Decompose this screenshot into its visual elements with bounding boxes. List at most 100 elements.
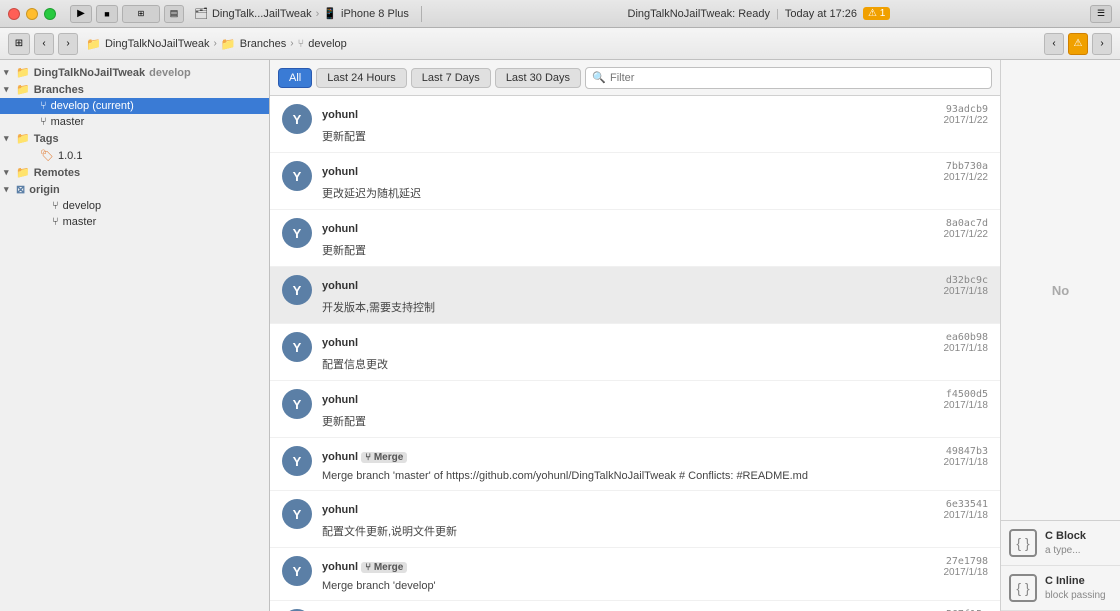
- commit-message: 配置文件更新,说明文件更新: [322, 523, 988, 539]
- filter-bar: All Last 24 Hours Last 7 Days Last 30 Da…: [270, 60, 1000, 96]
- tags-label: Tags: [34, 133, 59, 145]
- commit-author: yohunl: [322, 166, 358, 178]
- filter-7d-button[interactable]: Last 7 Days: [411, 68, 491, 88]
- next-button[interactable]: ›: [1092, 33, 1112, 55]
- root-folder-icon: 📁: [16, 66, 30, 79]
- branches-label: Branches: [34, 84, 84, 96]
- forward-button[interactable]: ›: [58, 33, 78, 55]
- remotes-label: Remotes: [34, 167, 80, 179]
- commit-message: 更新配置: [322, 128, 988, 144]
- sidebar-item-origin-develop[interactable]: ⑂ develop: [0, 198, 269, 214]
- commit-date: 2017/1/18: [944, 286, 989, 297]
- right-panel: No { }C Blocka type...{ }C Inlineblock p…: [1000, 60, 1120, 611]
- commit-message: 更改延迟为随机延迟: [322, 185, 988, 201]
- filter-search-wrap: 🔍: [585, 67, 992, 89]
- sidebar-item-origin[interactable]: ▾ ⊠ origin: [0, 181, 269, 198]
- stop-button[interactable]: ■: [96, 5, 118, 23]
- commit-author: yohunl⑂ Merge: [322, 561, 410, 573]
- commit-row[interactable]: Yyohunl93adcb92017/1/22更新配置: [270, 96, 1000, 153]
- content-area: All Last 24 Hours Last 7 Days Last 30 Da…: [270, 60, 1000, 611]
- commit-message: 配置信息更改: [322, 356, 988, 372]
- sidebar-item-tag-101[interactable]: 🏷 1.0.1: [0, 147, 269, 164]
- folder-icon-2: 📁: [221, 37, 236, 51]
- commit-hash: ea60b98: [946, 332, 988, 343]
- commit-row[interactable]: Yyohunl567f15a2017/1/18初始化: [270, 601, 1000, 611]
- merge-tag: ⑂ Merge: [361, 452, 407, 463]
- commit-row[interactable]: Yyohunl7bb730a2017/1/22更改延迟为随机延迟: [270, 153, 1000, 210]
- commit-hash: 93adcb9: [946, 104, 988, 115]
- commit-author: yohunl: [322, 504, 358, 516]
- merge-tag: ⑂ Merge: [361, 562, 407, 573]
- tag-icon: 🏷: [40, 149, 54, 162]
- c-inline-title: C Inline: [1045, 574, 1106, 588]
- commit-hash: 49847b3: [946, 446, 988, 457]
- sidebar-item-develop[interactable]: ⑂ develop (current): [0, 98, 269, 114]
- master-branch-icon: ⑂: [40, 116, 47, 128]
- commit-row[interactable]: Yyohunl⑂ Merge49847b32017/1/18Merge bran…: [270, 438, 1000, 491]
- commit-hash: d32bc9c: [946, 275, 988, 286]
- right-panel-items: { }C Blocka type...{ }C Inlineblock pass…: [1001, 521, 1120, 611]
- alert-badge[interactable]: ⚠ 1: [863, 7, 890, 20]
- tag-label: 1.0.1: [58, 150, 82, 162]
- breadcrumb-develop: develop: [308, 38, 347, 50]
- commit-message: Merge branch 'develop': [322, 580, 988, 592]
- commit-avatar: Y: [282, 332, 312, 362]
- breadcrumb-branches: Branches: [240, 38, 286, 50]
- commit-row[interactable]: Yyohunlf4500d52017/1/18更新配置: [270, 381, 1000, 438]
- develop-label: develop (current): [51, 100, 134, 112]
- root-branch-label: develop: [149, 67, 191, 79]
- commit-avatar: Y: [282, 161, 312, 191]
- device-name: iPhone 8 Plus: [341, 8, 409, 20]
- c-inline-icon: { }: [1009, 574, 1037, 602]
- branches-toggle-icon: ▾: [4, 84, 16, 95]
- sidebar-root[interactable]: ▾ 📁 DingTalkNoJailTweak develop: [0, 64, 269, 81]
- commit-avatar: Y: [282, 218, 312, 248]
- sidebar-toggle-button[interactable]: ☰: [1090, 5, 1112, 23]
- commit-row[interactable]: Yyohunl6e335412017/1/18配置文件更新,说明文件更新: [270, 491, 1000, 548]
- right-panel-item-c-block[interactable]: { }C Blocka type...: [1001, 521, 1120, 566]
- destination-button[interactable]: ▤: [164, 5, 184, 23]
- sidebar-item-tags[interactable]: ▾ 📁 Tags: [0, 130, 269, 147]
- root-label: DingTalkNoJailTweak: [34, 67, 145, 79]
- play-button[interactable]: ▶: [70, 5, 92, 23]
- commit-row[interactable]: Yyohunlea60b982017/1/18配置信息更改: [270, 324, 1000, 381]
- origin-develop-label: develop: [63, 200, 102, 212]
- sidebar-item-origin-master[interactable]: ⑂ master: [0, 214, 269, 230]
- right-toolbar-icons: ☰: [1090, 5, 1112, 23]
- commit-hash: 7bb730a: [946, 161, 988, 172]
- right-panel-empty: No: [1001, 60, 1120, 521]
- commit-date: 2017/1/22: [944, 115, 989, 126]
- grid-view-button[interactable]: ⊞: [8, 33, 30, 55]
- sidebar-item-branches[interactable]: ▾ 📁 Branches: [0, 81, 269, 98]
- close-button[interactable]: [8, 8, 20, 20]
- prev-button[interactable]: ‹: [1044, 33, 1064, 55]
- origin-remote-icon: ⊠: [16, 183, 25, 196]
- c-inline-subtitle: block passing: [1045, 589, 1106, 602]
- commit-avatar: Y: [282, 275, 312, 305]
- sidebar-item-remotes[interactable]: ▾ 📁 Remotes: [0, 164, 269, 181]
- warning-button[interactable]: ⚠: [1068, 33, 1088, 55]
- c-block-icon: { }: [1009, 529, 1037, 557]
- folder-icon: 📁: [86, 37, 101, 51]
- maximize-button[interactable]: [44, 8, 56, 20]
- build-time: Today at 17:26: [785, 8, 857, 20]
- breadcrumb: 📁 DingTalkNoJailTweak › 📁 Branches › ⑂ d…: [86, 37, 1040, 51]
- minimize-button[interactable]: [26, 8, 38, 20]
- sidebar-item-master[interactable]: ⑂ master: [0, 114, 269, 130]
- commit-date: 2017/1/22: [944, 229, 989, 240]
- right-panel-item-c-inline[interactable]: { } C Inlineblock passing: [1001, 566, 1120, 611]
- filter-search-input[interactable]: [585, 67, 992, 89]
- commit-row[interactable]: Yyohunl8a0ac7d2017/1/22更新配置: [270, 210, 1000, 267]
- commit-author: yohunl⑂ Merge: [322, 451, 410, 463]
- back-button[interactable]: ‹: [34, 33, 54, 55]
- commit-message: 更新配置: [322, 413, 988, 429]
- filter-24h-button[interactable]: Last 24 Hours: [316, 68, 406, 88]
- filter-30d-button[interactable]: Last 30 Days: [495, 68, 581, 88]
- filter-all-button[interactable]: All: [278, 68, 312, 88]
- commit-avatar: Y: [282, 556, 312, 586]
- commit-author: yohunl: [322, 337, 358, 349]
- commit-row[interactable]: Yyohunl⑂ Merge27e17982017/1/18Merge bran…: [270, 548, 1000, 601]
- commit-list: Yyohunl93adcb92017/1/22更新配置Yyohunl7bb730…: [270, 96, 1000, 611]
- commit-row[interactable]: Yyohunld32bc9c2017/1/18开发版本,需要支持控制: [270, 267, 1000, 324]
- scheme-button[interactable]: ⊞: [122, 5, 160, 23]
